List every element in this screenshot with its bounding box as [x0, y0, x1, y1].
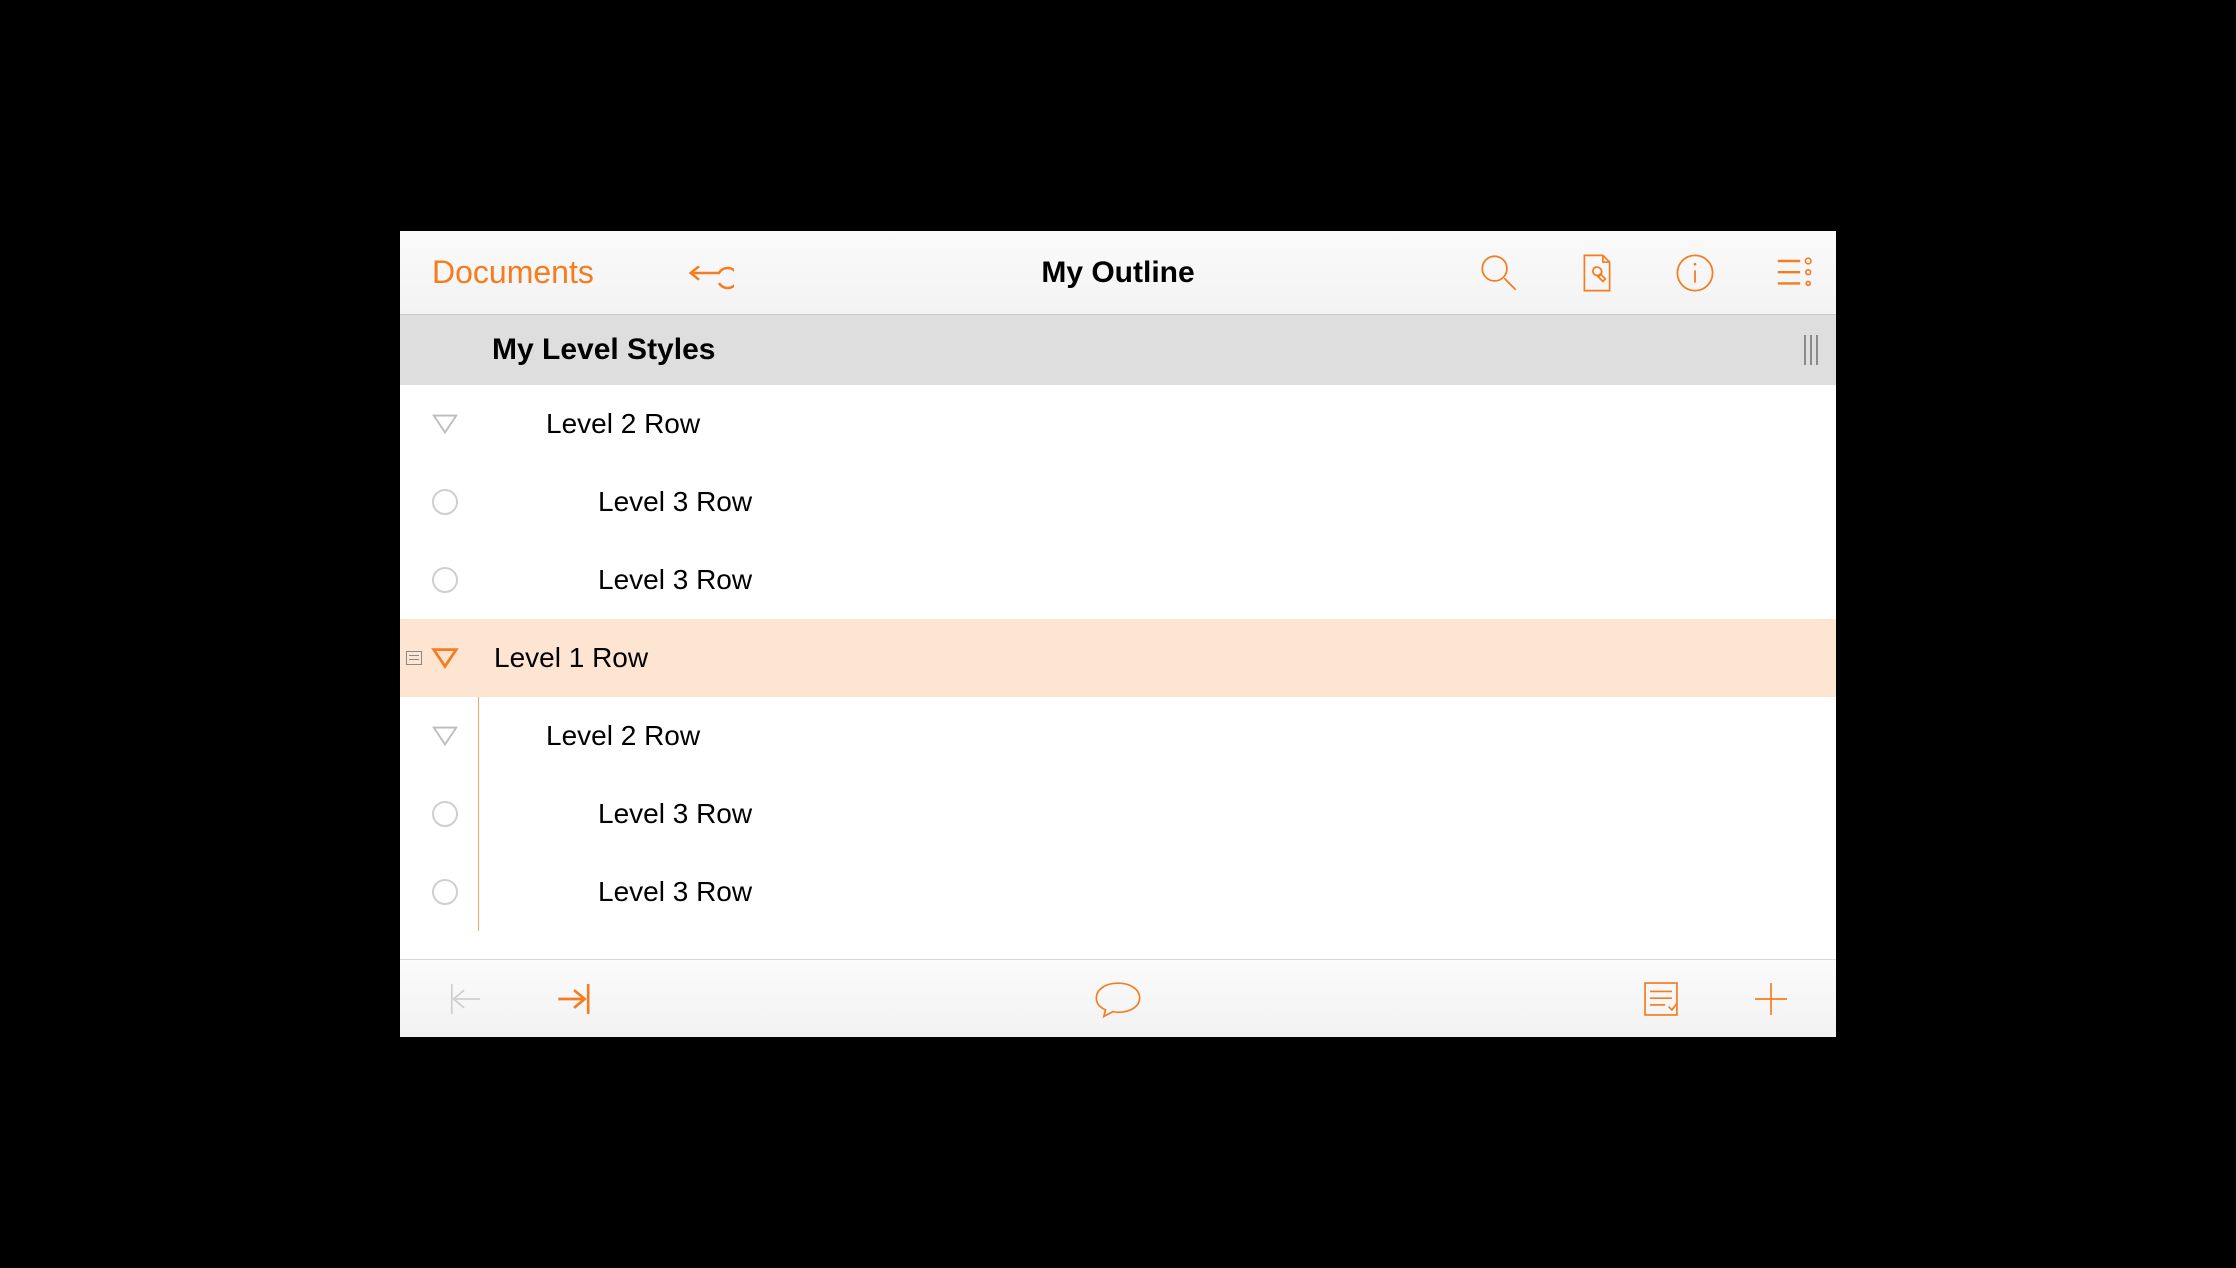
row-gutter: [400, 722, 490, 750]
section-title: My Level Styles: [492, 333, 715, 367]
row-gutter: [400, 879, 490, 905]
outline-body[interactable]: Level 2 Row Level 3 Row Level 3 Row Level 1…: [400, 385, 1836, 959]
undo-icon: [684, 254, 734, 292]
outline-row[interactable]: Level 3 Row: [400, 853, 1836, 931]
toolbar-top: Documents My Outline: [400, 231, 1836, 315]
row-bullet-icon[interactable]: [432, 879, 458, 905]
speech-bubble-icon: [1093, 975, 1143, 1023]
section-header[interactable]: My Level Styles: [400, 315, 1836, 385]
note-button[interactable]: [1093, 974, 1143, 1024]
indent-icon: [553, 977, 597, 1021]
hierarchy-guide: [478, 697, 479, 931]
page-title: My Outline: [1041, 256, 1194, 289]
app-window: Documents My Outline: [390, 221, 1846, 1047]
undo-button[interactable]: [684, 248, 734, 298]
documents-button[interactable]: Documents: [432, 254, 594, 291]
row-bullet-icon[interactable]: [432, 489, 458, 515]
info-icon: [1673, 251, 1717, 295]
row-bullet-icon[interactable]: [432, 801, 458, 827]
outline-row[interactable]: Level 2 Row: [400, 385, 1836, 463]
row-label[interactable]: Level 3 Row: [598, 564, 752, 596]
disclosure-triangle-icon[interactable]: [431, 722, 459, 750]
disclosure-triangle-icon[interactable]: [431, 410, 459, 438]
wrench-document-icon: [1576, 249, 1618, 297]
row-gutter: [400, 644, 490, 672]
row-gutter: [400, 489, 490, 515]
notes-list-button[interactable]: [1636, 974, 1686, 1024]
bullet-list-icon: [1770, 253, 1816, 293]
outline-row[interactable]: Level 3 Row: [400, 775, 1836, 853]
row-label[interactable]: Level 3 Row: [598, 486, 752, 518]
row-label[interactable]: Level 2 Row: [546, 408, 700, 440]
row-label[interactable]: Level 3 Row: [598, 798, 752, 830]
outdent-icon: [443, 977, 487, 1021]
row-label[interactable]: Level 1 Row: [494, 642, 648, 674]
row-gutter: [400, 801, 490, 827]
tools-button[interactable]: [1572, 248, 1622, 298]
outline-row[interactable]: Level 1 Row: [400, 619, 1836, 697]
plus-icon: [1750, 978, 1792, 1020]
note-indicator-icon: [406, 651, 422, 665]
more-button[interactable]: [1768, 248, 1818, 298]
notes-list-icon: [1640, 978, 1682, 1020]
drag-handle-icon[interactable]: [1804, 335, 1826, 365]
toolbar-bottom: [400, 959, 1836, 1037]
row-gutter: [400, 567, 490, 593]
outdent-button[interactable]: [440, 974, 490, 1024]
row-bullet-icon[interactable]: [432, 567, 458, 593]
outline-row[interactable]: Level 2 Row: [400, 697, 1836, 775]
row-gutter: [400, 410, 490, 438]
row-label[interactable]: Level 3 Row: [598, 876, 752, 908]
info-button[interactable]: [1670, 248, 1720, 298]
outline-row[interactable]: Level 3 Row: [400, 541, 1836, 619]
search-icon: [1477, 251, 1521, 295]
row-label[interactable]: Level 2 Row: [546, 720, 700, 752]
add-button[interactable]: [1746, 974, 1796, 1024]
disclosure-triangle-icon[interactable]: [431, 644, 459, 672]
search-button[interactable]: [1474, 248, 1524, 298]
outline-row[interactable]: Level 3 Row: [400, 463, 1836, 541]
indent-button[interactable]: [550, 974, 600, 1024]
